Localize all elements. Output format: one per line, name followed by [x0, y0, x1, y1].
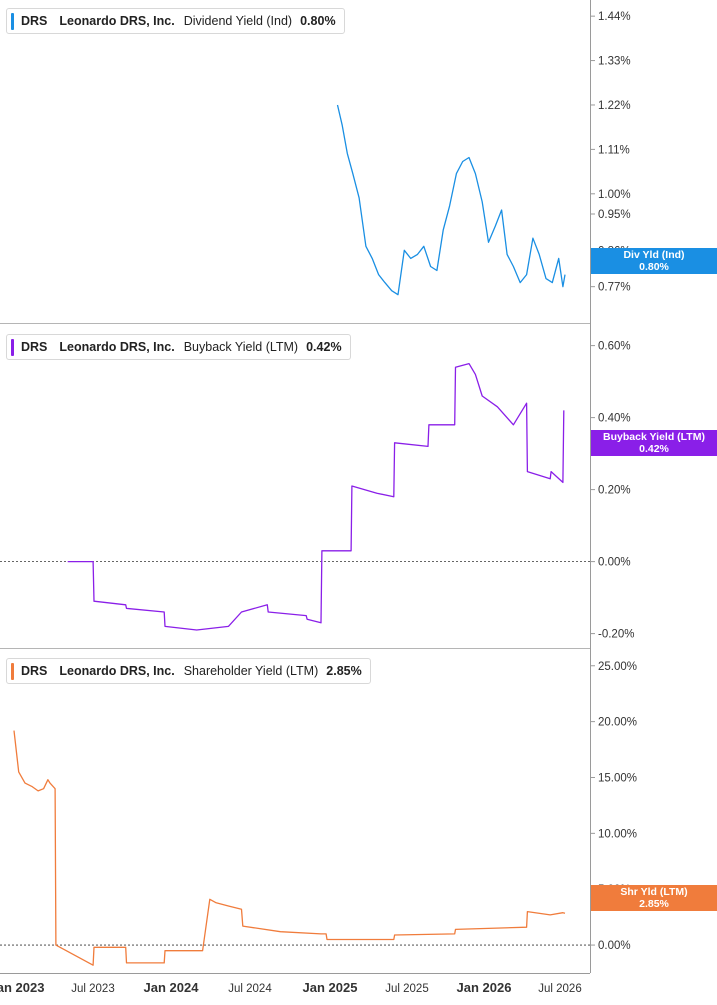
- yield-chart: 1.44%1.33%1.22%1.11%1.00%0.95%0.86%0.77%…: [0, 0, 637, 995]
- y-tick-label: 1.44%: [598, 11, 631, 23]
- y-tick-label: 1.33%: [598, 56, 631, 68]
- y-tick-label: 0.60%: [598, 341, 631, 353]
- series-line-shareholder-yield: [13, 730, 566, 966]
- x-tick-label: Jul 2026: [538, 983, 581, 995]
- y-tick-label: -0.20%: [598, 629, 634, 641]
- x-tick-label: Jan 2026: [457, 980, 512, 995]
- y-tick-label: 0.77%: [598, 282, 631, 294]
- tag-value: 0.42%: [639, 443, 669, 455]
- x-tick-label: Jul 2023: [71, 983, 114, 995]
- y-tick-label: 0.40%: [598, 413, 631, 425]
- y-tick-label: 15.00%: [598, 772, 637, 784]
- y-tick-label: 1.11%: [598, 144, 630, 156]
- y-tick-label: 10.00%: [598, 828, 637, 840]
- y-tick-label: 1.22%: [598, 100, 631, 112]
- y-tick-label: 20.00%: [598, 717, 637, 729]
- legend-ticker: DRS: [21, 664, 48, 678]
- tag-label: Shr Yld (LTM): [620, 886, 688, 898]
- y-tick-label: 0.95%: [598, 209, 631, 221]
- tag-label: Div Yld (Ind): [623, 249, 685, 261]
- legend-swatch: [11, 338, 14, 356]
- legend-ticker: DRS: [21, 14, 48, 28]
- x-tick-label: Jul 2024: [228, 983, 272, 995]
- tag-label: Buyback Yield (LTM): [603, 431, 705, 443]
- legend-value: 0.42%: [306, 340, 342, 354]
- series-line-buyback-yield: [67, 362, 565, 631]
- price-tag-dividend-yield: Div Yld (Ind) 0.80%: [591, 248, 717, 274]
- price-tag-buyback-yield: Buyback Yield (LTM) 0.42%: [591, 430, 717, 456]
- legend-swatch: [11, 662, 14, 680]
- legend-ticker: DRS: [21, 340, 48, 354]
- y-tick-label: 1.00%: [598, 189, 631, 201]
- legend-value: 2.85%: [326, 664, 362, 678]
- y-tick-label: 0.20%: [598, 485, 631, 497]
- x-tick-label: Jan 2023: [0, 980, 44, 995]
- price-tag-shareholder-yield: Shr Yld (LTM) 2.85%: [591, 885, 717, 911]
- legend-shareholder-yield: DRS Leonardo DRS, Inc. Shareholder Yield…: [6, 658, 371, 684]
- legend-company: Leonardo DRS, Inc.: [59, 664, 175, 678]
- y-tick-label: 0.00%: [598, 940, 631, 952]
- legend-company: Leonardo DRS, Inc.: [59, 14, 175, 28]
- y-tick-label: 0.00%: [598, 557, 631, 569]
- legend-swatch: [11, 12, 14, 30]
- legend-company: Leonardo DRS, Inc.: [59, 340, 175, 354]
- tag-value: 2.85%: [639, 898, 669, 910]
- legend-dividend-yield: DRS Leonardo DRS, Inc. Dividend Yield (I…: [6, 8, 345, 34]
- series-line-dividend-yield: [336, 104, 566, 296]
- x-tick-label: Jan 2024: [144, 980, 200, 995]
- x-tick-label: Jul 2025: [385, 983, 428, 995]
- tag-value: 0.80%: [639, 261, 669, 273]
- legend-metric: Buyback Yield (LTM): [183, 340, 299, 354]
- legend-value: 0.80%: [300, 14, 336, 28]
- legend-buyback-yield: DRS Leonardo DRS, Inc. Buyback Yield (LT…: [6, 334, 351, 360]
- x-tick-label: Jan 2025: [303, 980, 358, 995]
- legend-metric: Shareholder Yield (LTM): [183, 664, 319, 678]
- legend-metric: Dividend Yield (Ind): [183, 14, 293, 28]
- y-tick-label: 25.00%: [598, 661, 637, 673]
